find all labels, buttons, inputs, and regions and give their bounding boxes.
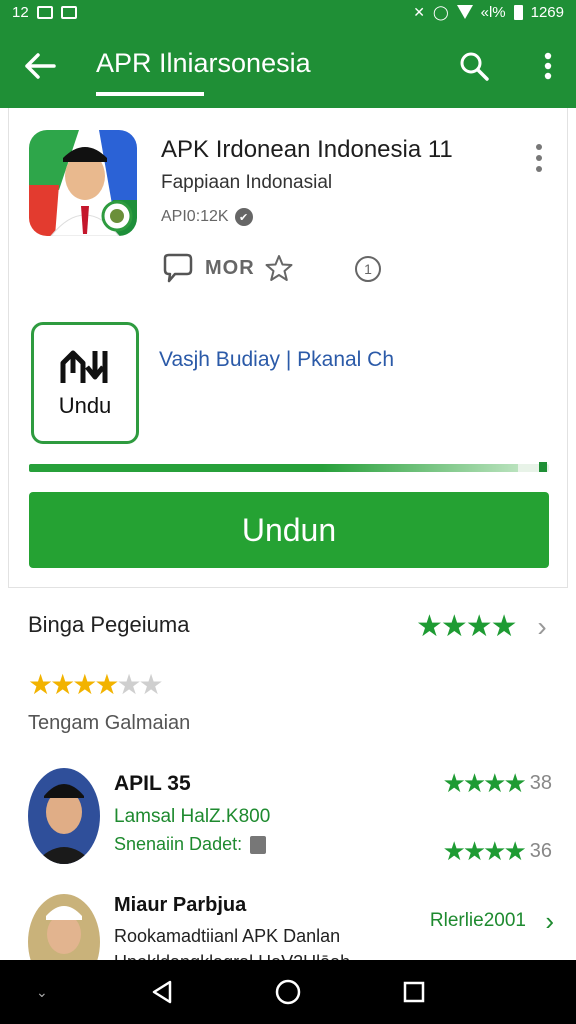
back-triangle-icon[interactable]: [150, 979, 174, 1005]
review-stars-2: ★★★★: [442, 836, 527, 866]
app-meta-row: MOR: [161, 252, 293, 284]
ratings-section-title[interactable]: Binga Pegeiuma: [28, 612, 189, 638]
download-tile[interactable]: Undu: [31, 322, 139, 444]
wifi-icon: [456, 5, 473, 19]
status-left-text: 12: [12, 3, 29, 21]
reviewer-name: APIL 35: [114, 772, 191, 795]
app-detail-card: APK Irdonean Indonesia 11 Fappiaan Indon…: [8, 108, 568, 588]
rating-label: Tengam Galmaian: [28, 712, 191, 734]
review-line-2-text: Snenaiin Dadet:: [114, 834, 243, 854]
system-nav-bar: ⌄: [0, 960, 576, 1024]
review-item[interactable]: APIL 35 Lamsal HalZ.K800 Snenaiin Dadet:…: [28, 768, 568, 868]
status-bar: 12 ✕ ◯ «l% 1269: [0, 0, 576, 24]
review-line-2: Upokldangklagral HaV2Ulāah: [114, 952, 350, 960]
recents-square-icon[interactable]: [402, 980, 426, 1004]
download-subtitle[interactable]: Vasjh Budiay | Pkanal Ch: [159, 348, 394, 372]
app-size-row: API0:12K ✔: [161, 208, 253, 226]
mute-icon: ✕: [413, 3, 425, 20]
status-time: 1269: [530, 3, 564, 21]
card-overflow-button[interactable]: [527, 138, 551, 178]
app-name: APK Irdonean Indonesia 11: [161, 136, 453, 163]
reviewer-avatar[interactable]: [28, 768, 100, 864]
download-progress-fill: [29, 464, 518, 472]
app-bar: APR Ilniarsonesia: [0, 24, 576, 108]
review-count-1: 38: [529, 772, 552, 794]
document-icon: [250, 835, 267, 854]
verified-badge-icon: ✔: [234, 208, 253, 226]
star-filled-icon: ★: [28, 669, 53, 700]
install-button[interactable]: Undun: [29, 492, 549, 568]
review-line-1: Rookamadtiianl APK Danlan: [114, 926, 341, 946]
reviewer-avatar[interactable]: [28, 894, 100, 960]
review-rating-1: ★★★★ 38: [443, 768, 552, 799]
review-stars-1: ★★★★: [442, 768, 527, 798]
search-icon: [460, 52, 489, 81]
reviewer-name: Miaur Parbjua: [114, 894, 247, 916]
title-underline: [96, 92, 204, 96]
star-outline-icon[interactable]: [265, 254, 293, 282]
star-filled-icon: ★: [72, 669, 97, 700]
overflow-menu-button[interactable]: [534, 44, 562, 88]
app-developer[interactable]: Fappiaan Indonasial: [161, 172, 332, 194]
arrow-left-icon: [25, 53, 56, 79]
image-notification-icon: [36, 5, 53, 19]
star-empty-icon: ★: [138, 669, 164, 700]
home-circle-icon[interactable]: [274, 978, 302, 1006]
review-date: Rlerlie2001: [429, 910, 526, 931]
info-badge[interactable]: 1: [355, 256, 381, 282]
star-empty-icon: ★: [116, 669, 141, 700]
app-notification-icon: [60, 5, 77, 19]
more-label[interactable]: MOR: [205, 257, 255, 280]
download-progress-bar: [29, 464, 549, 472]
review-rating-2: ★★★★ 36: [443, 836, 552, 867]
search-button[interactable]: [452, 44, 496, 88]
download-arrows-icon: [60, 350, 108, 383]
more-vert-icon: [544, 52, 552, 80]
star-filled-icon: ★: [94, 669, 119, 700]
average-rating-stars: ★★★★★★: [28, 669, 164, 700]
download-tile-label: Undu: [58, 393, 112, 418]
chevron-right-icon[interactable]: ›: [545, 906, 554, 937]
battery-icon: [513, 4, 523, 20]
section-stars: ★★★★: [416, 610, 518, 643]
review-line-1: Lamsal HalZ.K800: [114, 806, 271, 827]
review-line-2: Snenaiin Dadet:: [114, 834, 267, 855]
more-vert-icon: [536, 144, 542, 172]
chat-bubble-icon[interactable]: [161, 252, 195, 284]
review-item[interactable]: Miaur Parbjua Rookamadtiianl APK Danlan …: [28, 894, 568, 960]
star-filled-icon: ★: [50, 669, 75, 700]
app-icon[interactable]: [29, 130, 137, 236]
review-count-2: 36: [529, 840, 552, 862]
signal-text: «l%: [480, 3, 506, 21]
app-bar-title: APR Ilniarsonesia: [96, 47, 311, 78]
keyboard-icon[interactable]: ⌄: [36, 984, 48, 1001]
alarm-icon: ◯: [432, 3, 449, 20]
back-button[interactable]: [0, 24, 80, 108]
progress-end-marker: [539, 462, 547, 472]
chevron-right-icon[interactable]: ›: [528, 611, 556, 642]
app-size: API0:12K: [161, 208, 229, 225]
